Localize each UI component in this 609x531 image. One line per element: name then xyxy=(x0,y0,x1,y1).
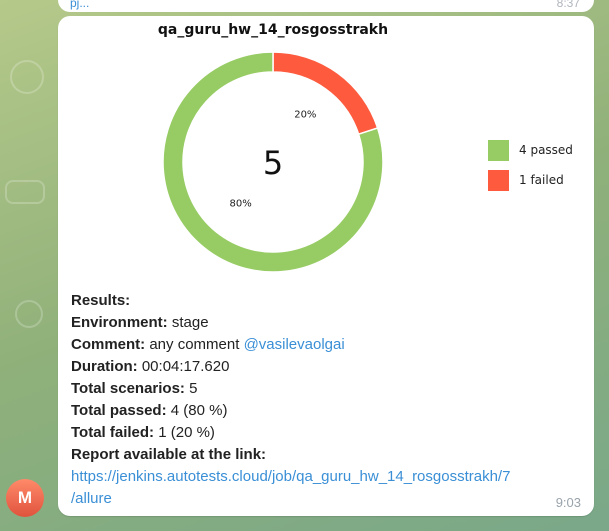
results-heading: Results: xyxy=(71,292,131,309)
total-scenarios-value: 5 xyxy=(189,380,198,397)
environment-value: stage xyxy=(171,314,209,331)
legend-swatch xyxy=(488,139,509,161)
wallpaper-doodle xyxy=(10,60,44,94)
total-passed-line: Total passed: 4 (80 %) xyxy=(71,400,591,422)
wallpaper-doodle xyxy=(15,300,43,328)
previous-message-bubble: pj... 8:37 xyxy=(58,0,594,12)
total-scenarios-label: Total scenarios: xyxy=(71,380,185,397)
total-scenarios-line: Total scenarios: 5 xyxy=(71,378,591,400)
sender-avatar[interactable]: M xyxy=(6,479,44,517)
pie-percent-label: 80% xyxy=(230,198,252,209)
previous-message-link[interactable]: pj... xyxy=(70,0,89,10)
environment-line: Environment: stage xyxy=(71,312,591,334)
total-passed-label: Total passed: xyxy=(71,402,167,419)
pie-percent-label: 20% xyxy=(294,110,316,121)
total-failed-line: Total failed: 1 (20 %) xyxy=(71,422,591,444)
report-link-line[interactable]: https://jenkins.autotests.cloud/job/qa_g… xyxy=(71,466,591,488)
comment-label: Comment: xyxy=(71,336,146,353)
duration-line: Duration: 00:04:17.620 xyxy=(71,356,591,378)
total-failed-value: 1 (20 %) xyxy=(158,424,215,441)
legend-label: 4 passed xyxy=(519,143,573,157)
comment-value: any comment xyxy=(149,336,240,353)
legend-label: 1 failed xyxy=(519,173,564,187)
legend-item: 1 failed xyxy=(488,166,573,194)
duration-value: 00:04:17.620 xyxy=(141,358,230,375)
pie-slice-1-failed xyxy=(272,51,379,136)
environment-label: Environment: xyxy=(71,314,168,331)
message-bubble: qa_guru_hw_14_rosgosstrakh 20% 80% 5 4 pas… xyxy=(58,16,594,516)
total-passed-value: 4 (80 %) xyxy=(170,402,228,419)
report-text: Results: Environment: stage Comment: any… xyxy=(71,290,591,510)
previous-message-time: 8:37 xyxy=(556,0,580,10)
report-link-label: Report available at the link: xyxy=(71,446,267,463)
total-failed-label: Total failed: xyxy=(71,424,155,441)
wallpaper-doodle xyxy=(5,180,45,204)
chart-legend: 4 passed 1 failed xyxy=(488,136,573,196)
avatar-letter: M xyxy=(17,488,33,507)
legend-item: 4 passed xyxy=(488,136,573,164)
report-link-line[interactable]: /allure xyxy=(71,488,591,510)
message-time: 9:03 xyxy=(555,495,581,510)
comment-line: Comment: any comment @vasilevaolgai xyxy=(71,334,591,356)
duration-label: Duration: xyxy=(71,358,138,375)
report-link[interactable]: https://jenkins.autotests.cloud/job/qa_g… xyxy=(71,466,591,510)
user-mention-link[interactable]: @vasilevaolgai xyxy=(244,336,345,353)
legend-swatch xyxy=(488,169,509,191)
pie-center-total: 5 xyxy=(263,144,283,182)
